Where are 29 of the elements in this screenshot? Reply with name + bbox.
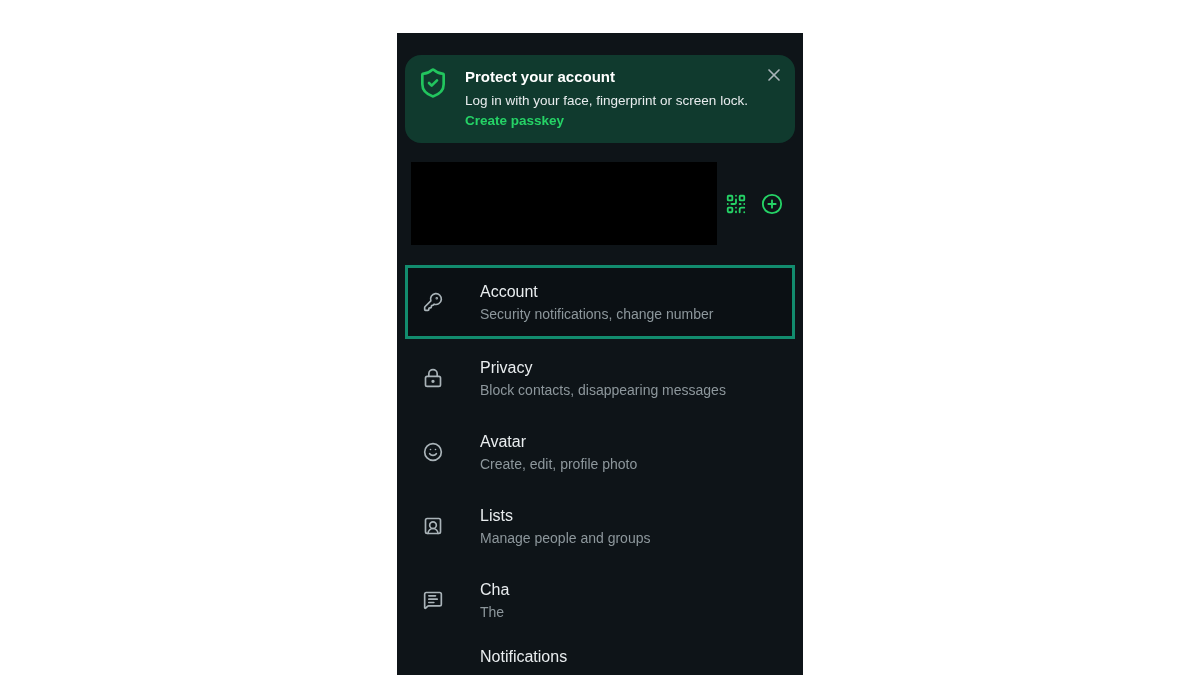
settings-item[interactable]: Account Security notifications, change number	[405, 265, 795, 339]
setting-title: Avatar	[480, 432, 527, 452]
setting-description: Security notifications, change number	[480, 305, 714, 324]
setting-description: Block contacts, disappearing messages	[480, 381, 726, 400]
setting-description: Create, edit, profile photo	[480, 455, 638, 474]
settings-item[interactable]: Privacy Block contacts, disappearing messages	[405, 341, 795, 415]
smiley-face-icon	[423, 442, 443, 462]
setting-title: Notifications	[480, 647, 568, 667]
banner-text: Log in with your face, fingerprint or screen lock.	[465, 92, 748, 110]
plus-circle-icon	[761, 192, 783, 215]
qr-code-icon	[725, 192, 747, 215]
setting-description: The	[480, 603, 506, 622]
setting-description: Manage people and groups	[480, 529, 651, 548]
settings-item[interactable]: Notifications	[405, 637, 795, 669]
setting-title: Cha	[480, 580, 510, 600]
banner-title: Protect your account	[465, 67, 617, 87]
qr-code-button[interactable]	[725, 192, 747, 215]
message-icon	[423, 590, 443, 610]
setting-title: Privacy	[480, 358, 534, 378]
setting-title: Account	[480, 282, 539, 302]
user-card-icon	[423, 516, 443, 536]
add-button[interactable]	[761, 192, 783, 215]
lock-icon	[423, 368, 443, 388]
setting-title: Lists	[480, 506, 514, 526]
create-passkey-link[interactable]: Create passkey	[465, 111, 565, 131]
key-icon	[423, 292, 443, 312]
settings-item[interactable]: Lists Manage people and groups	[405, 489, 795, 563]
settings-item[interactable]: Avatar Create, edit, profile photo	[405, 415, 795, 489]
settings-item[interactable]: Cha The	[405, 563, 795, 637]
